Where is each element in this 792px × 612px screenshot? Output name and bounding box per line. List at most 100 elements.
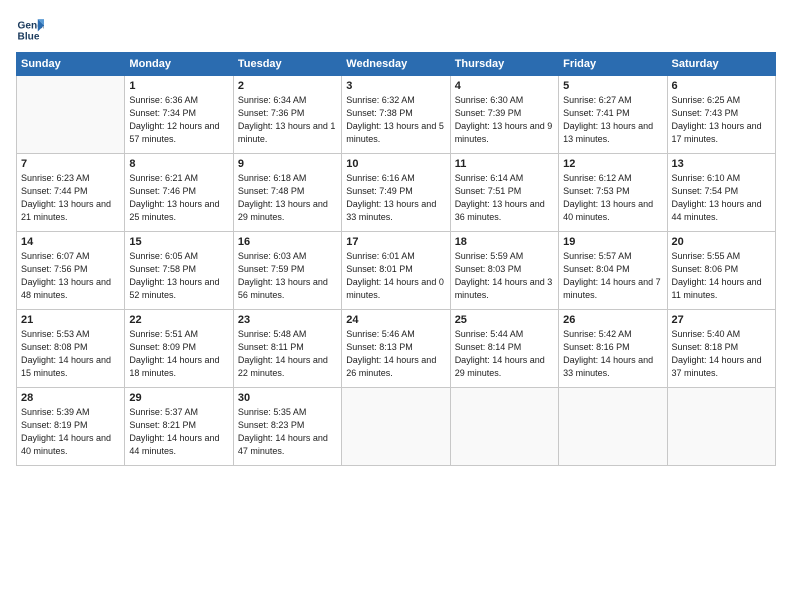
day-number: 9: [238, 158, 337, 170]
calendar-cell: 24 Sunrise: 5:46 AMSunset: 8:13 PMDayligh…: [342, 310, 450, 388]
calendar-cell: 4 Sunrise: 6:30 AMSunset: 7:39 PMDaylight…: [450, 76, 558, 154]
cell-info: Sunrise: 5:59 AMSunset: 8:03 PMDaylight:…: [455, 251, 553, 300]
calendar-cell: [342, 388, 450, 466]
calendar-cell: 30 Sunrise: 5:35 AMSunset: 8:23 PMDayligh…: [233, 388, 341, 466]
calendar-cell: 7Sunrise: 6:23 AMSunset: 7:44 PMDaylight…: [17, 154, 125, 232]
cell-info: Sunrise: 6:32 AMSunset: 7:38 PMDaylight:…: [346, 95, 444, 144]
calendar-cell: 1 Sunrise: 6:36 AMSunset: 7:34 PMDaylight…: [125, 76, 233, 154]
day-number: 2: [238, 80, 337, 92]
day-number: 27: [672, 314, 771, 326]
day-number: 6: [672, 80, 771, 92]
calendar-cell: 20 Sunrise: 5:55 AMSunset: 8:06 PMDayligh…: [667, 232, 775, 310]
calendar-cell: 10 Sunrise: 6:16 AMSunset: 7:49 PMDayligh…: [342, 154, 450, 232]
cell-info: Sunrise: 5:42 AMSunset: 8:16 PMDaylight:…: [563, 329, 653, 378]
cell-info: Sunrise: 6:03 AMSunset: 7:59 PMDaylight:…: [238, 251, 328, 300]
cell-info: Sunrise: 5:51 AMSunset: 8:09 PMDaylight:…: [129, 329, 219, 378]
day-number: 12: [563, 158, 662, 170]
calendar-cell: 15 Sunrise: 6:05 AMSunset: 7:58 PMDayligh…: [125, 232, 233, 310]
day-number: 13: [672, 158, 771, 170]
logo-icon: General Blue: [16, 16, 44, 44]
cell-info: Sunrise: 6:14 AMSunset: 7:51 PMDaylight:…: [455, 173, 545, 222]
calendar-cell: 21 Sunrise: 5:53 AMSunset: 8:08 PMDayligh…: [17, 310, 125, 388]
col-header-thursday: Thursday: [450, 53, 558, 76]
day-number: 4: [455, 80, 554, 92]
header: General Blue: [16, 16, 776, 44]
day-number: 28: [21, 392, 120, 404]
cell-info: Sunrise: 5:39 AMSunset: 8:19 PMDaylight:…: [21, 407, 111, 456]
week-row-1: 1 Sunrise: 6:36 AMSunset: 7:34 PMDaylight…: [17, 76, 776, 154]
calendar-cell: 19 Sunrise: 5:57 AMSunset: 8:04 PMDayligh…: [559, 232, 667, 310]
cell-info: Sunrise: 5:46 AMSunset: 8:13 PMDaylight:…: [346, 329, 436, 378]
calendar-cell: 17Sunrise: 6:01 AMSunset: 8:01 PMDayligh…: [342, 232, 450, 310]
calendar-cell: 22 Sunrise: 5:51 AMSunset: 8:09 PMDayligh…: [125, 310, 233, 388]
calendar-cell: 2 Sunrise: 6:34 AMSunset: 7:36 PMDaylight…: [233, 76, 341, 154]
calendar-header-row: SundayMondayTuesdayWednesdayThursdayFrid…: [17, 53, 776, 76]
day-number: 21: [21, 314, 120, 326]
cell-info: Sunrise: 5:44 AMSunset: 8:14 PMDaylight:…: [455, 329, 545, 378]
calendar-body: 1 Sunrise: 6:36 AMSunset: 7:34 PMDaylight…: [17, 76, 776, 466]
calendar-cell: 29Sunrise: 5:37 AMSunset: 8:21 PMDayligh…: [125, 388, 233, 466]
col-header-saturday: Saturday: [667, 53, 775, 76]
cell-info: Sunrise: 5:57 AMSunset: 8:04 PMDaylight:…: [563, 251, 661, 300]
day-number: 30: [238, 392, 337, 404]
cell-info: Sunrise: 6:36 AMSunset: 7:34 PMDaylight:…: [129, 95, 219, 144]
day-number: 10: [346, 158, 445, 170]
calendar-cell: 16 Sunrise: 6:03 AMSunset: 7:59 PMDayligh…: [233, 232, 341, 310]
calendar-cell: 14Sunrise: 6:07 AMSunset: 7:56 PMDayligh…: [17, 232, 125, 310]
cell-info: Sunrise: 6:23 AMSunset: 7:44 PMDaylight:…: [21, 173, 111, 222]
cell-info: Sunrise: 5:55 AMSunset: 8:06 PMDaylight:…: [672, 251, 762, 300]
day-number: 16: [238, 236, 337, 248]
day-number: 17: [346, 236, 445, 248]
calendar-cell: 26 Sunrise: 5:42 AMSunset: 8:16 PMDayligh…: [559, 310, 667, 388]
cell-info: Sunrise: 5:35 AMSunset: 8:23 PMDaylight:…: [238, 407, 328, 456]
day-number: 20: [672, 236, 771, 248]
calendar-cell: [667, 388, 775, 466]
col-header-wednesday: Wednesday: [342, 53, 450, 76]
cell-info: Sunrise: 5:40 AMSunset: 8:18 PMDaylight:…: [672, 329, 762, 378]
cell-info: Sunrise: 6:05 AMSunset: 7:58 PMDaylight:…: [129, 251, 219, 300]
col-header-sunday: Sunday: [17, 53, 125, 76]
cell-info: Sunrise: 6:12 AMSunset: 7:53 PMDaylight:…: [563, 173, 653, 222]
week-row-3: 14Sunrise: 6:07 AMSunset: 7:56 PMDayligh…: [17, 232, 776, 310]
cell-info: Sunrise: 6:30 AMSunset: 7:39 PMDaylight:…: [455, 95, 553, 144]
day-number: 22: [129, 314, 228, 326]
day-number: 3: [346, 80, 445, 92]
calendar-cell: 11 Sunrise: 6:14 AMSunset: 7:51 PMDayligh…: [450, 154, 558, 232]
day-number: 14: [21, 236, 120, 248]
calendar-cell: [450, 388, 558, 466]
day-number: 26: [563, 314, 662, 326]
calendar-table: SundayMondayTuesdayWednesdayThursdayFrid…: [16, 52, 776, 466]
day-number: 25: [455, 314, 554, 326]
col-header-friday: Friday: [559, 53, 667, 76]
day-number: 8: [129, 158, 228, 170]
cell-info: Sunrise: 6:10 AMSunset: 7:54 PMDaylight:…: [672, 173, 762, 222]
week-row-5: 28 Sunrise: 5:39 AMSunset: 8:19 PMDayligh…: [17, 388, 776, 466]
calendar-cell: 28 Sunrise: 5:39 AMSunset: 8:19 PMDayligh…: [17, 388, 125, 466]
day-number: 5: [563, 80, 662, 92]
calendar-cell: 25 Sunrise: 5:44 AMSunset: 8:14 PMDayligh…: [450, 310, 558, 388]
cell-info: Sunrise: 5:37 AMSunset: 8:21 PMDaylight:…: [129, 407, 219, 456]
day-number: 19: [563, 236, 662, 248]
calendar-cell: 6Sunrise: 6:25 AMSunset: 7:43 PMDaylight…: [667, 76, 775, 154]
cell-info: Sunrise: 5:53 AMSunset: 8:08 PMDaylight:…: [21, 329, 111, 378]
cell-info: Sunrise: 6:16 AMSunset: 7:49 PMDaylight:…: [346, 173, 436, 222]
calendar-cell: 12 Sunrise: 6:12 AMSunset: 7:53 PMDayligh…: [559, 154, 667, 232]
calendar-cell: 13 Sunrise: 6:10 AMSunset: 7:54 PMDayligh…: [667, 154, 775, 232]
cell-info: Sunrise: 6:34 AMSunset: 7:36 PMDaylight:…: [238, 95, 336, 144]
calendar-cell: 9Sunrise: 6:18 AMSunset: 7:48 PMDaylight…: [233, 154, 341, 232]
calendar-cell: 5Sunrise: 6:27 AMSunset: 7:41 PMDaylight…: [559, 76, 667, 154]
day-number: 11: [455, 158, 554, 170]
calendar-cell: 23 Sunrise: 5:48 AMSunset: 8:11 PMDayligh…: [233, 310, 341, 388]
day-number: 23: [238, 314, 337, 326]
page: General Blue SundayMondayTuesdayWednesda…: [0, 0, 792, 612]
cell-info: Sunrise: 5:48 AMSunset: 8:11 PMDaylight:…: [238, 329, 328, 378]
day-number: 18: [455, 236, 554, 248]
day-number: 24: [346, 314, 445, 326]
day-number: 1: [129, 80, 228, 92]
calendar-cell: 27 Sunrise: 5:40 AMSunset: 8:18 PMDayligh…: [667, 310, 775, 388]
calendar-cell: 8Sunrise: 6:21 AMSunset: 7:46 PMDaylight…: [125, 154, 233, 232]
calendar-cell: 3 Sunrise: 6:32 AMSunset: 7:38 PMDaylight…: [342, 76, 450, 154]
day-number: 15: [129, 236, 228, 248]
col-header-monday: Monday: [125, 53, 233, 76]
calendar-cell: [17, 76, 125, 154]
